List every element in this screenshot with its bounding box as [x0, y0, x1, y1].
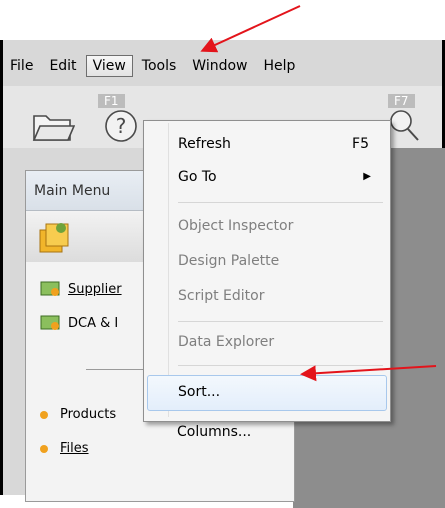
- report-icon: [40, 281, 60, 296]
- list-item-supplier[interactable]: Supplier: [40, 281, 122, 297]
- menu-item-label: Go To: [178, 169, 217, 185]
- menu-bar: File Edit View Tools Window Help: [3, 54, 442, 78]
- shortcut-label: F5: [352, 136, 369, 152]
- list-item-products[interactable]: Products: [40, 407, 116, 422]
- menu-view[interactable]: View: [85, 55, 133, 77]
- list-item-label: Supplier: [68, 281, 122, 297]
- magnifier-icon[interactable]: [388, 108, 422, 148]
- menu-separator: [178, 321, 383, 322]
- bullet-icon: [40, 410, 48, 419]
- app-logo-icon: [39, 223, 69, 253]
- svg-text:?: ?: [116, 114, 127, 138]
- menu-item-label: Object Inspector: [178, 218, 294, 234]
- bullet-icon: [40, 444, 48, 453]
- menu-item-object-inspector: Object Inspector: [178, 213, 383, 239]
- list-item-label: DCA & I: [68, 315, 119, 331]
- view-menu-dropdown: Refresh F5 Go To ▶ Object Inspector Desi…: [143, 120, 391, 422]
- menu-item-refresh[interactable]: Refresh F5: [178, 131, 383, 157]
- menu-item-label: Data Explorer: [178, 334, 275, 350]
- menu-separator: [178, 202, 383, 203]
- list-item-label: Products: [60, 407, 117, 422]
- menu-gutter: [168, 123, 169, 417]
- menu-item-data-explorer: Data Explorer: [178, 329, 383, 355]
- list-item-files[interactable]: Files: [40, 441, 89, 456]
- menu-item-label: Sort...: [178, 384, 221, 400]
- report-icon: [40, 315, 60, 330]
- menu-help[interactable]: Help: [257, 55, 303, 77]
- menu-item-label: Refresh: [178, 136, 231, 152]
- folder-icon[interactable]: [31, 108, 76, 146]
- menu-item-script-editor: Script Editor: [178, 283, 383, 309]
- menu-separator: [178, 365, 383, 366]
- menu-item-label: Columns...: [177, 424, 252, 440]
- menu-item-columns[interactable]: Columns...: [177, 419, 382, 445]
- help-icon[interactable]: ?: [103, 108, 139, 148]
- fkey-label-left: F1: [98, 94, 125, 108]
- menu-edit[interactable]: Edit: [42, 55, 83, 77]
- menu-item-design-palette: Design Palette: [178, 248, 383, 274]
- list-item-dca[interactable]: DCA & I: [40, 315, 118, 331]
- menu-file[interactable]: File: [3, 55, 40, 77]
- menu-window[interactable]: Window: [185, 55, 254, 77]
- fkey-label-right: F7: [388, 94, 415, 108]
- menu-tools[interactable]: Tools: [135, 55, 184, 77]
- app-window: File Edit View Tools Window Help F1 F7 ?: [0, 40, 445, 508]
- menu-item-sort[interactable]: Sort...: [178, 379, 383, 405]
- menu-item-goto[interactable]: Go To ▶: [178, 164, 383, 190]
- chevron-right-icon: ▶: [363, 171, 371, 182]
- list-item-label: Files: [60, 441, 89, 456]
- menu-item-label: Script Editor: [178, 288, 265, 304]
- menu-item-label: Design Palette: [178, 253, 280, 269]
